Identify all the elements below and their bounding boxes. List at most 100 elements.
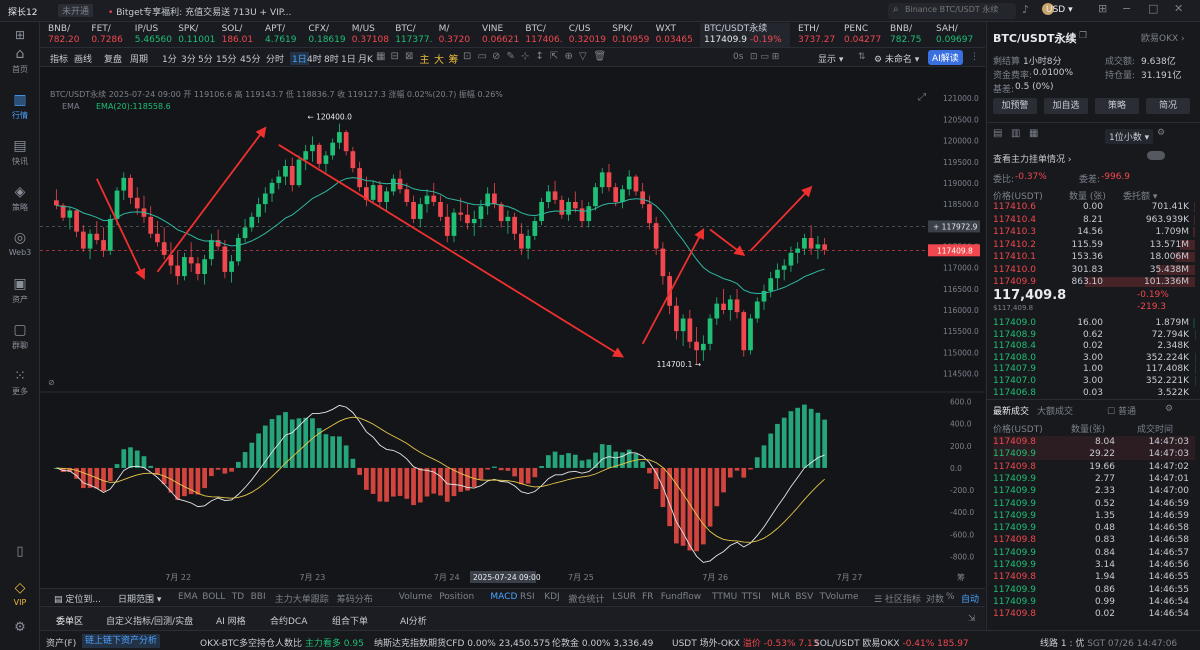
fit-icon[interactable]: ⇱: [550, 51, 558, 62]
toolbar-item-7[interactable]: 15分: [216, 52, 236, 65]
toolbar-item-1[interactable]: 画线: [74, 52, 92, 65]
status-item-7[interactable]: 线路 1 : 优 SGT 07/26 14:47:06: [1040, 636, 1177, 649]
nav-item-3[interactable]: ◈ 策略: [0, 184, 40, 213]
orderbook-row[interactable]: 117409.9 863.10 101.336M: [993, 277, 1195, 287]
nav-item-2[interactable]: ▤ 快讯: [0, 138, 40, 167]
trade-row[interactable]: 117409.9 0.99 14:46:54: [993, 596, 1195, 608]
indicator-fr[interactable]: FR: [642, 592, 653, 602]
status-item-5[interactable]: USDT 场外-OKX 溢价 -0.53% 7.13: [672, 636, 818, 649]
main-icon[interactable]: 主: [420, 51, 430, 66]
collapse-icon[interactable]: ⇲: [968, 614, 976, 624]
orderbook-row[interactable]: 117407.0 3.00 352.221K: [993, 376, 1195, 386]
trade-row[interactable]: 117409.9 0.48 14:46:58: [993, 522, 1195, 534]
indicator-volume[interactable]: Volume: [399, 592, 432, 602]
status-item-2[interactable]: OKX-BTC多空持仓人数比 主力看多 0.95: [200, 636, 364, 649]
asks-mode-icon[interactable]: ▥: [1011, 128, 1020, 139]
close-icon[interactable]: ✕: [1174, 2, 1183, 15]
orderbook-row[interactable]: 117410.0 301.83 35.438M: [993, 264, 1195, 275]
toolbar-item-9[interactable]: 分时: [266, 52, 284, 65]
display-menu[interactable]: 显示 ▾: [818, 52, 843, 65]
auto-scale[interactable]: 自动: [961, 592, 979, 605]
status-item-3[interactable]: 纳斯达克指数期货CFD 0.00% 23,450.575: [374, 636, 550, 649]
latest-trades-tab[interactable]: 最新成交: [993, 404, 1029, 417]
orderbook-row[interactable]: 117408.9 0.62 72.794K: [993, 329, 1195, 340]
trade-row[interactable]: 117409.8 8.04 14:47:03: [993, 436, 1195, 448]
layout-icon[interactable]: ⊟: [391, 51, 399, 62]
panel-icon[interactable]: ▭: [478, 51, 487, 62]
indicator-td[interactable]: TD: [232, 592, 244, 602]
orderbook-row[interactable]: 117406.8 0.03 3.522K: [993, 388, 1195, 398]
trade-row[interactable]: 117409.9 3.14 14:46:56: [993, 559, 1195, 571]
copy-icon[interactable]: ❐: [1079, 31, 1087, 41]
ticker-active[interactable]: BTC/USDT永续 117409.9 -0.19%: [700, 23, 790, 47]
orderbook-row[interactable]: 117410.1 153.36 18.006M: [993, 252, 1195, 262]
indicator-ema[interactable]: EMA: [178, 592, 198, 602]
trade-row[interactable]: 117409.9 2.77 14:47:01: [993, 473, 1195, 485]
zoom-icon[interactable]: ⊕: [565, 51, 573, 62]
account-badge[interactable]: 未开通: [58, 4, 94, 17]
orderbook-row[interactable]: 117410.2 115.59 13.571M: [993, 239, 1195, 250]
ticker-item[interactable]: ETH/3737.27: [798, 24, 850, 46]
community-indicator[interactable]: ☰ 社区指标: [874, 592, 921, 605]
watch-toggle[interactable]: [1147, 151, 1165, 160]
watch-orders-link[interactable]: 查看主力挂单情况 ›: [993, 152, 1071, 165]
log-scale[interactable]: 对数: [926, 592, 944, 605]
trade-row[interactable]: 117409.8 19.66 14:47:02: [993, 461, 1195, 473]
minimize-icon[interactable]: −: [1122, 2, 1131, 15]
status-item-6[interactable]: SOL/USDT 欧易OKX -0.41% 185.97: [814, 636, 969, 649]
more-icon[interactable]: ⋮: [970, 52, 979, 62]
indicator-bbi[interactable]: BBI: [251, 592, 266, 602]
currency-select[interactable]: USD ▾: [1044, 5, 1073, 15]
nav-item-5[interactable]: ▣ 资产: [0, 276, 40, 305]
normal-filter[interactable]: ☐ 普通: [1107, 404, 1136, 417]
nav-item-6[interactable]: ▢ 群聊: [0, 322, 40, 351]
trade-row[interactable]: 117409.9 2.33 14:47:00: [993, 485, 1195, 497]
ticker-item[interactable]: PENC 0.04277: [844, 24, 896, 46]
toolbar-item-5[interactable]: 3分: [181, 52, 196, 65]
search-input[interactable]: [905, 5, 1010, 14]
maximize-icon[interactable]: □: [1148, 2, 1158, 15]
indicator-rsi[interactable]: RSI: [520, 592, 535, 602]
trade-row[interactable]: 117409.9 1.35 14:46:59: [993, 510, 1195, 522]
indicator-撤仓统计[interactable]: 撤仓统计: [568, 592, 604, 605]
toolbar-item-11[interactable]: 4时: [307, 52, 322, 65]
target-icon[interactable]: ⊹: [521, 51, 529, 62]
layout-menu[interactable]: ⚙ 未命名 ▾: [874, 52, 919, 65]
orderbook-row[interactable]: 117410.3 14.56 1.709M: [993, 227, 1195, 237]
toolbar-item-0[interactable]: 指标: [50, 52, 68, 65]
settings-icon[interactable]: ⚙: [0, 620, 40, 635]
toolbar-item-14[interactable]: 月K: [358, 52, 373, 65]
percent-scale[interactable]: %: [946, 592, 955, 602]
indicator-筹码分布[interactable]: 筹码分布: [337, 592, 373, 605]
panel-button-1[interactable]: 加自选: [1044, 98, 1088, 114]
settings-icon[interactable]: ⚙: [1157, 128, 1165, 138]
exchange-select[interactable]: 欧易OKX ›: [1141, 31, 1185, 44]
indicator-position[interactable]: Position: [439, 592, 474, 602]
status-item-4[interactable]: 伦敦金 0.00% 3,336.49: [552, 636, 653, 649]
toolbar-icons[interactable]: ⊡ ▭ ⊞: [750, 52, 779, 62]
toolbar-item-4[interactable]: 1分: [162, 52, 177, 65]
nav-item-7[interactable]: ⁙ 更多: [0, 368, 40, 397]
phone-icon[interactable]: ▯: [0, 544, 40, 559]
pane-settings-icon[interactable]: ⊘: [48, 378, 55, 387]
indicator-bsv[interactable]: BSV: [795, 592, 813, 602]
nav-vip[interactable]: ◇ VIP: [0, 580, 40, 607]
nav-item-4[interactable]: ◎ Web3: [0, 230, 40, 257]
cross-icon[interactable]: ⊘: [492, 51, 500, 62]
search-box[interactable]: ⌕: [888, 3, 1016, 19]
panel-button-2[interactable]: 策略: [1095, 98, 1139, 114]
indicator-lsur[interactable]: LSUR: [612, 592, 636, 602]
trade-row[interactable]: 117409.9 29.22 14:47:03: [993, 448, 1195, 461]
orderbook-row[interactable]: 117407.9 1.00 117.408K: [993, 364, 1195, 375]
orderbook-row[interactable]: 117409.0 16.00 1.879M: [993, 318, 1195, 328]
indicator-ttsi[interactable]: TTSI: [742, 592, 761, 602]
chart-area[interactable]: BTC/USDT永续 2025-07-24 09:00 开 119106.6 高…: [40, 67, 985, 587]
indicator-mlr[interactable]: MLR: [771, 592, 790, 602]
window-icon[interactable]: ⊡: [463, 51, 471, 62]
bottom-tab-2[interactable]: AI 网格: [216, 614, 246, 627]
big-icon[interactable]: 大: [434, 51, 444, 66]
scale-icon[interactable]: ↕: [536, 51, 544, 62]
toolbar-item-2[interactable]: 复盘: [104, 52, 122, 65]
indicator-macd[interactable]: MACD: [490, 592, 517, 602]
orderbook-row[interactable]: 117408.0 3.00 352.224K: [993, 352, 1195, 363]
